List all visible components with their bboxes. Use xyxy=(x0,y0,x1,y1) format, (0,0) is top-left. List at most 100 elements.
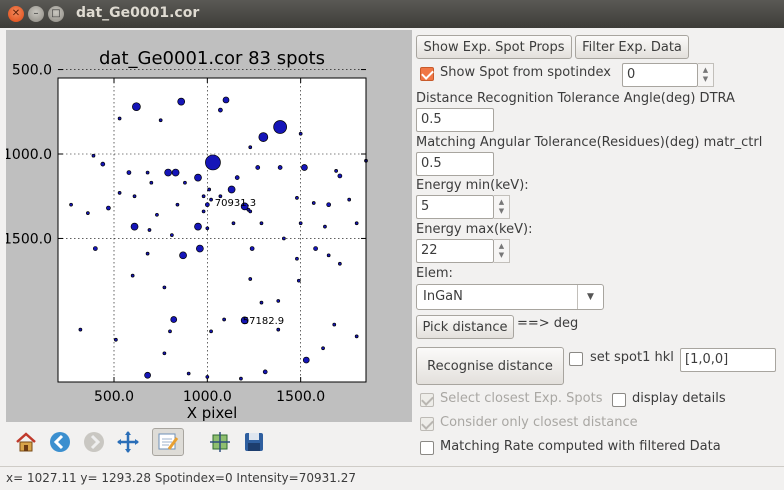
pick-distance-button[interactable]: Pick distance xyxy=(416,315,514,339)
spot-point[interactable] xyxy=(91,153,96,158)
spot-point[interactable] xyxy=(114,337,118,342)
spot-point[interactable] xyxy=(186,371,191,376)
spot-point[interactable] xyxy=(209,329,213,334)
spot-point[interactable] xyxy=(207,187,212,192)
spot-point[interactable] xyxy=(130,222,139,231)
spot-point[interactable] xyxy=(170,316,178,323)
spot-point[interactable] xyxy=(298,131,303,136)
spot-point[interactable] xyxy=(295,196,299,200)
consider-closest-checkbox[interactable] xyxy=(420,417,434,431)
minimize-window-button[interactable]: – xyxy=(28,6,44,22)
spot-point[interactable] xyxy=(144,371,151,379)
set-spot1-checkbox[interactable] xyxy=(569,352,583,366)
spot-point[interactable] xyxy=(201,194,206,199)
spot-point[interactable] xyxy=(248,277,253,281)
spot-point[interactable] xyxy=(170,233,174,237)
spot1-hkl-input[interactable]: [1,0,0] xyxy=(680,348,776,372)
spot-point[interactable] xyxy=(205,375,210,379)
spot-point[interactable] xyxy=(196,244,204,253)
spot-point[interactable] xyxy=(301,164,308,171)
spot-point[interactable] xyxy=(276,327,281,332)
show-exp-spot-props-button[interactable]: Show Exp. Spot Props xyxy=(416,35,572,59)
close-window-button[interactable]: ✕ xyxy=(8,6,24,22)
spot-point[interactable] xyxy=(222,317,226,322)
spot-point[interactable] xyxy=(205,154,221,171)
spot-point[interactable] xyxy=(175,202,180,207)
spot-point[interactable] xyxy=(145,170,150,175)
spot-point[interactable] xyxy=(194,222,202,231)
spot-point[interactable] xyxy=(258,132,269,142)
spot-point[interactable] xyxy=(209,197,213,202)
spot-point[interactable] xyxy=(183,180,187,185)
energy-max-input[interactable]: 22 xyxy=(416,239,494,263)
elem-select[interactable]: InGaN ▼ xyxy=(416,284,604,310)
spot-point[interactable] xyxy=(145,251,150,256)
spot-point[interactable] xyxy=(155,212,159,217)
spot-point[interactable] xyxy=(204,202,210,208)
save-icon[interactable] xyxy=(240,428,268,456)
show-spot-checkbox[interactable] xyxy=(420,67,434,81)
spot-point[interactable] xyxy=(296,278,301,283)
spot-point[interactable] xyxy=(332,322,337,327)
energy-max-spinner[interactable]: ▲ ▼ xyxy=(494,239,510,263)
display-details-checkbox[interactable] xyxy=(612,393,626,407)
spot-point[interactable] xyxy=(282,236,286,241)
spot-point[interactable] xyxy=(311,201,316,205)
energy-min-spinner[interactable]: ▲ ▼ xyxy=(494,195,510,219)
spot-point[interactable] xyxy=(92,246,98,251)
select-closest-checkbox[interactable] xyxy=(420,393,434,407)
spot-point[interactable] xyxy=(234,175,240,180)
spot-point[interactable] xyxy=(126,170,132,175)
spot-point[interactable] xyxy=(132,102,141,112)
spot-point[interactable] xyxy=(302,356,310,364)
pan-icon[interactable] xyxy=(114,428,142,456)
spot-point[interactable] xyxy=(222,96,230,104)
spot-point[interactable] xyxy=(177,97,186,106)
spot-point[interactable] xyxy=(326,253,331,258)
spot-point[interactable] xyxy=(334,169,338,173)
spot-point[interactable] xyxy=(273,120,287,134)
matr-input[interactable]: 0.5 xyxy=(416,152,494,176)
spot-point[interactable] xyxy=(132,194,137,199)
spot-point[interactable] xyxy=(277,165,283,170)
maximize-window-button[interactable]: □ xyxy=(48,6,64,22)
spot-point[interactable] xyxy=(262,369,268,375)
spot-point[interactable] xyxy=(86,211,90,215)
spot-point[interactable] xyxy=(298,221,303,226)
spot-point[interactable] xyxy=(326,202,332,208)
filter-exp-data-button[interactable]: Filter Exp. Data xyxy=(575,35,689,59)
spot-scatter-plot[interactable]: dat_Ge0001.cor 83 spots 500.0 1000.0 1500.0… xyxy=(3,30,412,422)
spot-index-input[interactable]: 0 xyxy=(622,63,698,87)
spot-point[interactable] xyxy=(295,256,299,261)
recognise-distance-button[interactable]: Recognise distance xyxy=(416,347,564,385)
spot-point[interactable] xyxy=(78,327,83,332)
spot-point[interactable] xyxy=(205,226,210,231)
spot-point[interactable] xyxy=(354,221,359,226)
spot-point[interactable] xyxy=(171,168,180,177)
spot-point[interactable] xyxy=(249,246,255,251)
spot-point[interactable] xyxy=(248,145,253,150)
spot-point[interactable] xyxy=(158,118,163,123)
spot-point[interactable] xyxy=(162,285,167,290)
spot-point[interactable] xyxy=(100,161,106,167)
matching-rate-checkbox[interactable] xyxy=(420,441,434,455)
dtra-input[interactable]: 0.5 xyxy=(416,108,494,132)
home-icon[interactable] xyxy=(12,428,40,456)
spot-point[interactable] xyxy=(337,173,343,179)
spot-point[interactable] xyxy=(69,202,73,207)
spot-point[interactable] xyxy=(239,376,243,381)
spot-point[interactable] xyxy=(162,351,167,356)
spot-index-spinner[interactable]: ▲ ▼ xyxy=(698,63,714,87)
spot-point[interactable] xyxy=(321,346,325,351)
spot-point[interactable] xyxy=(227,185,236,194)
spot-point[interactable] xyxy=(106,205,111,211)
spot-point[interactable] xyxy=(164,168,172,177)
spot-point[interactable] xyxy=(194,173,202,182)
spot-point[interactable] xyxy=(347,197,352,202)
spot-point[interactable] xyxy=(354,334,359,339)
spot-point[interactable] xyxy=(130,273,135,278)
spot-point[interactable] xyxy=(218,107,223,113)
subplots-config-icon[interactable] xyxy=(206,428,234,456)
spot-point[interactable] xyxy=(117,116,122,121)
spot-point[interactable] xyxy=(323,224,327,229)
